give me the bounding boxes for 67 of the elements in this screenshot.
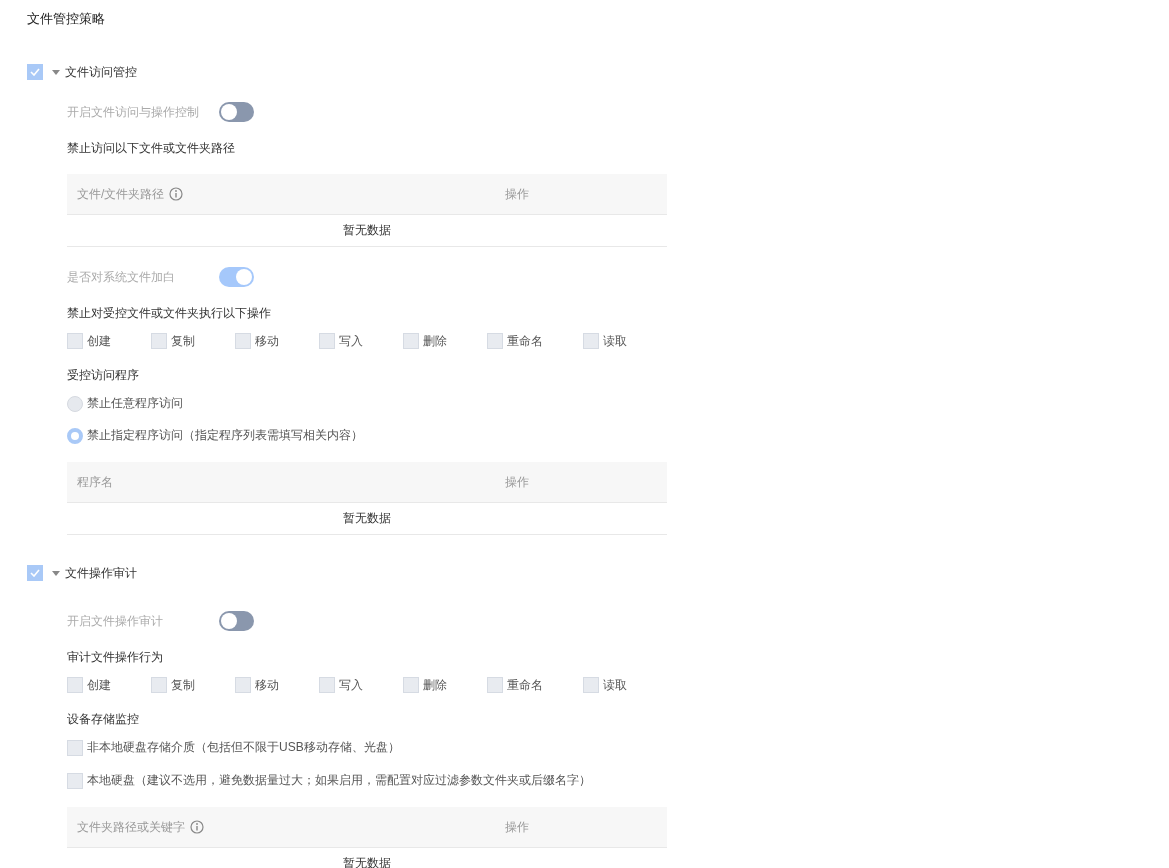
checkbox[interactable] — [67, 772, 83, 789]
checkbox[interactable] — [583, 677, 599, 693]
caret-icon[interactable] — [52, 570, 60, 576]
checkbox-label: 写入 — [339, 332, 363, 350]
checkbox-label: 本地硬盘（建议不选用，避免数据量过大；如果启用，需配置对应过滤参数文件夹或后缀名字） — [87, 772, 591, 789]
check-icon — [30, 68, 40, 76]
checkbox-label: 读取 — [603, 676, 627, 694]
empty-text: 暂无数据 — [343, 855, 391, 868]
checkbox-label: 复制 — [171, 676, 195, 694]
checkbox[interactable] — [67, 333, 83, 349]
info-icon[interactable] — [190, 820, 204, 834]
checkbox-label: 删除 — [423, 332, 447, 350]
checkbox-label: 创建 — [87, 332, 111, 350]
toggle-switch[interactable] — [219, 267, 254, 287]
radio-label: 禁止指定程序访问（指定程序列表需填写相关内容） — [87, 427, 363, 444]
radio-button[interactable] — [67, 395, 83, 412]
info-icon[interactable] — [169, 187, 184, 201]
checkbox[interactable] — [151, 677, 167, 693]
toggle-label: 开启文件操作审计 — [67, 612, 164, 630]
checkbox[interactable] — [151, 333, 167, 349]
column-header: 操作 — [505, 185, 529, 203]
radio-button[interactable] — [67, 427, 83, 444]
checkbox[interactable] — [27, 565, 43, 581]
checkbox[interactable] — [67, 739, 83, 756]
checkbox[interactable] — [403, 677, 419, 693]
field-heading: 受控访问程序 — [67, 367, 139, 383]
checkbox-label: 读取 — [603, 332, 627, 350]
caret-icon[interactable] — [52, 69, 60, 75]
column-header: 文件/文件夹路径 — [77, 185, 165, 203]
column-header: 程序名 — [77, 473, 113, 491]
column-header: 操作 — [505, 818, 529, 836]
checkbox-label: 移动 — [255, 332, 279, 350]
empty-text: 暂无数据 — [343, 510, 391, 527]
checkbox-label: 删除 — [423, 676, 447, 694]
radio-label: 禁止任意程序访问 — [87, 395, 183, 412]
checkbox-label: 重命名 — [507, 332, 543, 350]
field-heading: 禁止对受控文件或文件夹执行以下操作 — [67, 305, 271, 321]
toggle-label: 开启文件访问与操作控制 — [67, 103, 200, 121]
section-title: 文件操作审计 — [65, 564, 137, 582]
checkbox[interactable] — [319, 677, 335, 693]
checkbox[interactable] — [487, 333, 503, 349]
field-heading: 设备存储监控 — [67, 711, 139, 727]
checkbox[interactable] — [67, 677, 83, 693]
checkbox[interactable] — [487, 677, 503, 693]
checkbox-label: 复制 — [171, 332, 195, 350]
section-title: 文件访问管控 — [65, 63, 137, 81]
checkbox[interactable] — [27, 64, 43, 80]
page-title: 文件管控策略 — [27, 12, 105, 26]
checkbox[interactable] — [403, 333, 419, 349]
field-heading: 禁止访问以下文件或文件夹路径 — [67, 140, 235, 156]
checkbox[interactable] — [319, 333, 335, 349]
toggle-label: 是否对系统文件加白 — [67, 268, 176, 286]
empty-text: 暂无数据 — [343, 222, 391, 239]
checkbox-label: 移动 — [255, 676, 279, 694]
column-header: 文件夹路径或关键字 — [77, 818, 185, 836]
field-heading: 审计文件操作行为 — [67, 649, 163, 665]
column-header: 操作 — [505, 473, 529, 491]
checkbox-label: 写入 — [339, 676, 363, 694]
checkbox[interactable] — [235, 333, 251, 349]
checkbox[interactable] — [235, 677, 251, 693]
toggle-switch[interactable] — [219, 611, 254, 631]
checkbox-label: 创建 — [87, 676, 111, 694]
checkbox[interactable] — [583, 333, 599, 349]
checkbox-label: 非本地硬盘存储介质（包括但不限于USB移动存储、光盘） — [87, 739, 400, 756]
checkbox-label: 重命名 — [507, 676, 543, 694]
check-icon — [30, 569, 40, 577]
toggle-switch[interactable] — [219, 102, 254, 122]
